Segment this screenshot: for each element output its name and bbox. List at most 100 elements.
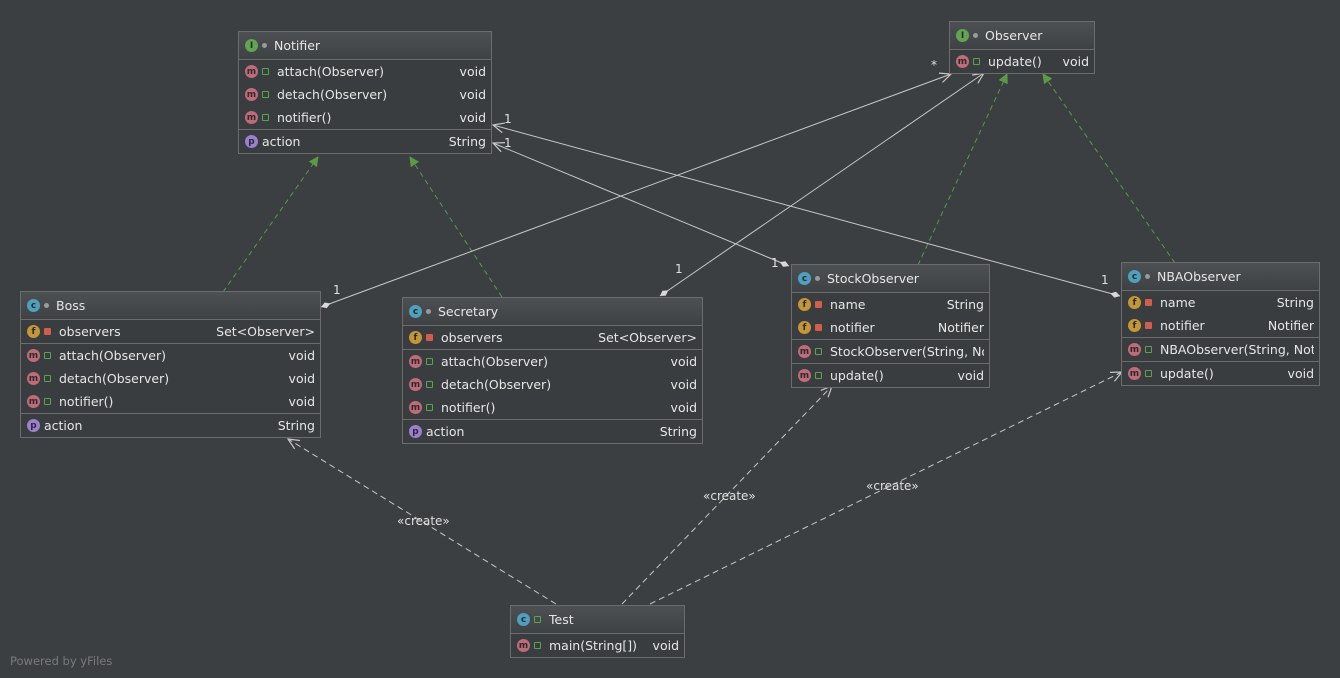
- class-header[interactable]: c NBAObserver: [1122, 263, 1319, 291]
- public-lock-icon: [1145, 370, 1152, 377]
- class-icon: c: [409, 305, 422, 318]
- field-icon: f: [27, 325, 40, 338]
- method-icon: m: [409, 355, 422, 368]
- methods-section: m update() void: [792, 364, 989, 387]
- property-icon: p: [27, 419, 40, 432]
- create-label-boss: «create»: [397, 514, 450, 528]
- member-name: notifier(): [277, 110, 332, 125]
- member-row[interactable]: f observers Set<Observer>: [21, 320, 320, 343]
- member-type: String: [659, 424, 697, 439]
- member-row[interactable]: m attach(Observer) void: [21, 344, 320, 367]
- member-name: notifier(): [441, 400, 496, 415]
- private-lock-icon: [426, 334, 433, 341]
- class-name: Secretary: [438, 304, 499, 319]
- member-name: notifier: [1160, 318, 1205, 333]
- class-icon: c: [1128, 270, 1141, 283]
- field-icon: f: [798, 321, 811, 334]
- edge-nba-implements-observer: [1042, 73, 1176, 264]
- method-icon: m: [409, 401, 422, 414]
- properties-section: p action String: [239, 130, 491, 153]
- member-row[interactable]: m attach(Observer) void: [239, 60, 491, 83]
- public-lock-icon: [262, 114, 269, 121]
- member-type: String: [448, 134, 486, 149]
- visibility-dot-icon: [1145, 274, 1150, 279]
- member-type: String: [277, 418, 315, 433]
- member-row[interactable]: f name String: [792, 293, 989, 316]
- class-notifier[interactable]: I Notifier m attach(Observer) void m detach…: [238, 31, 492, 154]
- member-row[interactable]: p action String: [239, 130, 491, 153]
- member-row[interactable]: m detach(Observer) void: [403, 373, 702, 396]
- member-row[interactable]: f notifier Notifier: [792, 316, 989, 339]
- class-observer[interactable]: I Observer m update() void: [949, 21, 1095, 74]
- member-row[interactable]: m detach(Observer) void: [239, 83, 491, 106]
- methods-section: m update() void: [950, 50, 1094, 73]
- edge-secretary-observers: [659, 73, 984, 297]
- member-row[interactable]: m update() void: [1122, 362, 1319, 385]
- mult-notifier-one-2: 1: [504, 136, 512, 150]
- mult-secretary-one: 1: [675, 262, 683, 276]
- private-lock-icon: [1145, 299, 1152, 306]
- member-row[interactable]: f name String: [1122, 291, 1319, 314]
- property-icon: p: [409, 425, 422, 438]
- public-lock-icon: [426, 404, 433, 411]
- member-row[interactable]: m detach(Observer) void: [21, 367, 320, 390]
- member-row[interactable]: m notifier() void: [403, 396, 702, 419]
- member-row[interactable]: f observers Set<Observer>: [403, 326, 702, 349]
- class-header[interactable]: c Test: [511, 606, 684, 634]
- member-name: action: [426, 424, 465, 439]
- member-name: attach(Observer): [59, 348, 167, 363]
- mult-observer-many-1: *: [931, 58, 937, 72]
- member-name: detach(Observer): [441, 377, 552, 392]
- method-icon: m: [1128, 367, 1141, 380]
- class-header[interactable]: c Secretary: [403, 298, 702, 326]
- class-header[interactable]: I Notifier: [239, 32, 491, 60]
- properties-section: p action String: [403, 420, 702, 443]
- property-icon: p: [245, 135, 258, 148]
- method-icon: m: [1128, 343, 1141, 356]
- method-icon: m: [517, 639, 530, 652]
- class-test[interactable]: c Test m main(String[]) void: [510, 605, 685, 658]
- class-header[interactable]: I Observer: [950, 22, 1094, 50]
- member-row[interactable]: p action String: [21, 414, 320, 437]
- member-name: action: [262, 134, 301, 149]
- public-lock-icon: [426, 381, 433, 388]
- member-row[interactable]: m attach(Observer) void: [403, 350, 702, 373]
- public-lock-icon: [815, 348, 822, 355]
- member-type: void: [459, 110, 486, 125]
- class-header[interactable]: c StockObserver: [792, 265, 989, 293]
- class-secretary[interactable]: c Secretary f observers Set<Observer> m att…: [402, 297, 703, 444]
- class-icon: c: [27, 299, 40, 312]
- member-type: String: [1276, 295, 1314, 310]
- member-row[interactable]: m notifier() void: [239, 106, 491, 129]
- member-type: void: [288, 348, 315, 363]
- field-icon: f: [1128, 296, 1141, 309]
- class-stock-observer[interactable]: c StockObserver f name String f notifier Not…: [791, 264, 990, 388]
- method-icon: m: [409, 378, 422, 391]
- class-header[interactable]: c Boss: [21, 292, 320, 320]
- member-row[interactable]: m NBAObserver(String, Notifier): [1122, 338, 1319, 361]
- fields-section: f observers Set<Observer>: [21, 320, 320, 344]
- member-type: void: [288, 394, 315, 409]
- member-row[interactable]: m StockObserver(String, Notifier): [792, 340, 989, 363]
- visibility-dot-icon: [426, 309, 431, 314]
- member-row[interactable]: p action String: [403, 420, 702, 443]
- member-row[interactable]: m notifier() void: [21, 390, 320, 413]
- public-lock-icon: [973, 58, 980, 65]
- member-row[interactable]: f notifier Notifier: [1122, 314, 1319, 337]
- class-nba-observer[interactable]: c NBAObserver f name String f notifier Notif…: [1121, 262, 1320, 386]
- member-type: void: [670, 400, 697, 415]
- member-row[interactable]: m update() void: [950, 50, 1094, 73]
- member-row[interactable]: m main(String[]) void: [511, 634, 684, 657]
- public-lock-icon: [815, 372, 822, 379]
- class-name: Boss: [56, 298, 86, 313]
- private-lock-icon: [815, 324, 822, 331]
- create-label-nba: «create»: [866, 479, 919, 493]
- private-lock-icon: [44, 328, 51, 335]
- method-icon: m: [245, 88, 258, 101]
- member-type: Notifier: [937, 320, 984, 335]
- field-icon: f: [1128, 319, 1141, 332]
- member-row[interactable]: m update() void: [792, 364, 989, 387]
- public-lock-icon: [44, 375, 51, 382]
- member-name: StockObserver(String, Notifier): [830, 344, 984, 359]
- class-boss[interactable]: c Boss f observers Set<Observer> m attach(O…: [20, 291, 321, 438]
